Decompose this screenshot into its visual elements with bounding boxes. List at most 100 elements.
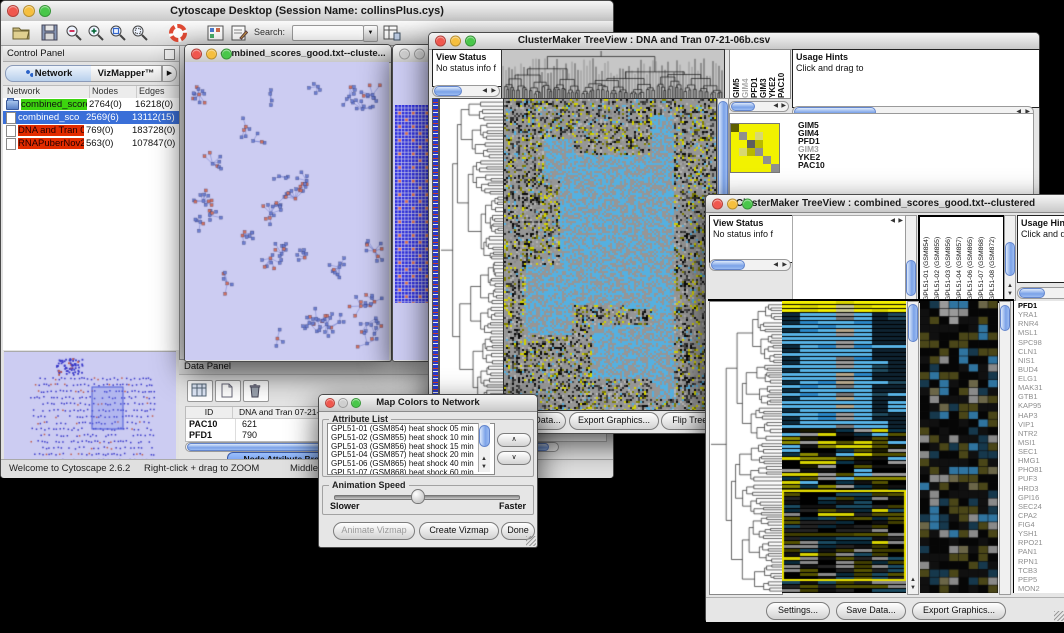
matrix-cell[interactable] bbox=[739, 148, 747, 156]
network-row[interactable]: RNAPuberNov2+563(0)107847(0) bbox=[3, 137, 179, 150]
scroll-up-icon[interactable]: ▲ bbox=[481, 456, 487, 462]
scroll-thumb[interactable] bbox=[1019, 288, 1045, 298]
matrix-cell[interactable] bbox=[731, 164, 739, 172]
tv2-column-label[interactable]: GPL51-04 (GSM857) bbox=[954, 217, 965, 301]
tv2-save-data-button[interactable]: Save Data... bbox=[836, 602, 906, 620]
map-colors-titlebar[interactable]: Map Colors to Network bbox=[319, 395, 537, 412]
tv2-gene-label[interactable]: CPA2 bbox=[1018, 511, 1064, 520]
tv1-similarity-matrix[interactable] bbox=[730, 123, 780, 173]
tv2-gene-label[interactable]: YSH1 bbox=[1018, 529, 1064, 538]
tv2-gene-label[interactable]: HAP3 bbox=[1018, 411, 1064, 420]
tv1-row-dendrogram[interactable] bbox=[439, 98, 504, 411]
matrix-cell[interactable] bbox=[763, 132, 771, 140]
tv1-column-label[interactable]: YKE2 bbox=[768, 50, 777, 98]
search-dropdown-icon[interactable]: ▼ bbox=[363, 25, 378, 42]
matrix-cell[interactable] bbox=[763, 140, 771, 148]
attribute-list[interactable]: GPL51-01 (GSM854) heat shock 05 minGPL51… bbox=[327, 423, 495, 475]
close-icon[interactable] bbox=[325, 398, 335, 408]
tv2-gene-label[interactable]: SPC98 bbox=[1018, 338, 1064, 347]
tv1-column-dendrogram[interactable] bbox=[501, 49, 725, 99]
matrix-cell[interactable] bbox=[771, 164, 779, 172]
matrix-cell[interactable] bbox=[747, 148, 755, 156]
tv2-gene-label[interactable]: ELG1 bbox=[1018, 374, 1064, 383]
attribute-item[interactable]: GPL51-07 (GSM868) heat shock 60 min bbox=[331, 469, 494, 475]
matrix-cell[interactable] bbox=[731, 156, 739, 164]
network-row[interactable]: combined_sco2569(6)13112(15) bbox=[3, 111, 179, 124]
tv2-gene-label[interactable]: YRA1 bbox=[1018, 310, 1064, 319]
move-attribute-up-button[interactable]: ∧ bbox=[497, 433, 531, 447]
import-table-icon[interactable] bbox=[383, 24, 401, 41]
create-vizmap-button[interactable]: Create Vizmap bbox=[419, 522, 499, 540]
tv2-column-label[interactable]: GPL51-01 (GSM854) bbox=[921, 217, 932, 301]
tv2-export-graphics-button[interactable]: Export Graphics... bbox=[912, 602, 1006, 620]
tv2-column-label[interactable]: GPL51-07 (GSM868) bbox=[976, 217, 987, 301]
tv2-gene-label[interactable]: HMG1 bbox=[1018, 456, 1064, 465]
speed-slider-thumb[interactable] bbox=[411, 489, 425, 504]
help-lifesaver-icon[interactable] bbox=[169, 24, 187, 42]
tv2-heat-vscrollbar[interactable]: ▲ ▼ bbox=[907, 301, 919, 595]
col-edges[interactable]: Edges bbox=[137, 86, 179, 98]
tab-vizmapper[interactable]: VizMapper™ bbox=[91, 65, 162, 82]
network-row[interactable]: combined_scores_2764(0)16218(0) bbox=[3, 98, 179, 111]
network-view-titlebar[interactable]: combined_scores_good.txt--cluste... bbox=[185, 45, 391, 63]
tv1-column-label[interactable]: PAC10 bbox=[777, 50, 786, 98]
tv2-column-dendrogram-area[interactable]: ◀ ▶ bbox=[792, 215, 906, 301]
tv1-column-label[interactable]: GIM4 bbox=[741, 50, 750, 98]
zoom-fit-icon[interactable] bbox=[131, 24, 149, 42]
close-icon[interactable] bbox=[399, 48, 410, 59]
matrix-cell[interactable] bbox=[755, 140, 763, 148]
zoom-window-icon[interactable] bbox=[221, 48, 232, 59]
tv2-gene-label[interactable]: GTB1 bbox=[1018, 392, 1064, 401]
tv2-gene-label[interactable]: MSI1 bbox=[1018, 438, 1064, 447]
tv2-gene-label[interactable]: BUD4 bbox=[1018, 365, 1064, 374]
tv2-gene-label[interactable]: HRD3 bbox=[1018, 484, 1064, 493]
tv1-status-hscrollbar[interactable]: ◀ ▶ bbox=[432, 85, 500, 97]
tv2-gene-label[interactable]: SEC1 bbox=[1018, 447, 1064, 456]
tv2-labels-vscrollbar[interactable]: ▲ ▼ bbox=[1004, 215, 1016, 301]
tv2-gene-label[interactable]: PHO81 bbox=[1018, 465, 1064, 474]
tv1-labels-hscrollbar[interactable]: ◀ ▶ bbox=[729, 101, 789, 112]
window-controls[interactable] bbox=[7, 5, 51, 17]
matrix-cell[interactable] bbox=[771, 132, 779, 140]
matrix-cell[interactable] bbox=[771, 156, 779, 164]
network-row[interactable]: DNA and Tran 07769(0)183728(0) bbox=[3, 124, 179, 137]
tv2-gene-label[interactable]: RPN1 bbox=[1018, 557, 1064, 566]
zoom-window-icon[interactable] bbox=[351, 398, 361, 408]
open-icon[interactable] bbox=[11, 24, 31, 41]
annotation-icon[interactable] bbox=[231, 25, 248, 41]
matrix-cell[interactable] bbox=[763, 156, 771, 164]
scroll-left-icon[interactable]: ◀ bbox=[890, 218, 895, 224]
tv2-gene-label[interactable]: MON2 bbox=[1018, 584, 1064, 593]
tv1-column-label[interactable]: GIM5 bbox=[732, 50, 741, 98]
tv2-global-heatmap[interactable] bbox=[782, 301, 906, 593]
move-attribute-down-button[interactable]: ∨ bbox=[497, 451, 531, 465]
matrix-cell[interactable] bbox=[731, 148, 739, 156]
matrix-cell[interactable] bbox=[755, 132, 763, 140]
scroll-thumb[interactable] bbox=[479, 425, 490, 447]
tv2-gene-label[interactable]: PAN1 bbox=[1018, 547, 1064, 556]
attribute-list-vscrollbar[interactable]: ▲ ▼ bbox=[478, 423, 490, 472]
matrix-cell[interactable] bbox=[739, 132, 747, 140]
matrix-cell[interactable] bbox=[755, 156, 763, 164]
matrix-cell[interactable] bbox=[755, 164, 763, 172]
matrix-cell[interactable] bbox=[763, 148, 771, 156]
tv2-gene-label[interactable]: RNR4 bbox=[1018, 319, 1064, 328]
tv2-settings-button[interactable]: Settings... bbox=[766, 602, 830, 620]
scroll-left-icon[interactable]: ◀ bbox=[773, 103, 778, 109]
scroll-right-icon[interactable]: ▶ bbox=[781, 103, 786, 109]
scroll-left-icon[interactable]: ◀ bbox=[482, 88, 487, 94]
scroll-thumb[interactable] bbox=[1005, 242, 1015, 276]
tv2-top-vscrollbar[interactable] bbox=[905, 215, 917, 301]
matrix-cell[interactable] bbox=[731, 140, 739, 148]
tv2-gene-label[interactable]: NIS1 bbox=[1018, 356, 1064, 365]
matrix-cell[interactable] bbox=[747, 124, 755, 132]
tv1-column-label[interactable]: GIM3 bbox=[759, 50, 768, 98]
attribute-select-button[interactable] bbox=[187, 380, 213, 402]
data-col-id[interactable]: ID bbox=[186, 407, 233, 418]
tab-network[interactable]: Network bbox=[5, 65, 93, 82]
zoom-window-icon[interactable] bbox=[39, 5, 51, 17]
tv2-gene-label[interactable]: MSL1 bbox=[1018, 328, 1064, 337]
resize-grip[interactable] bbox=[1054, 611, 1064, 621]
tv2-gene-label[interactable]: SEC24 bbox=[1018, 502, 1064, 511]
matrix-cell[interactable] bbox=[763, 164, 771, 172]
